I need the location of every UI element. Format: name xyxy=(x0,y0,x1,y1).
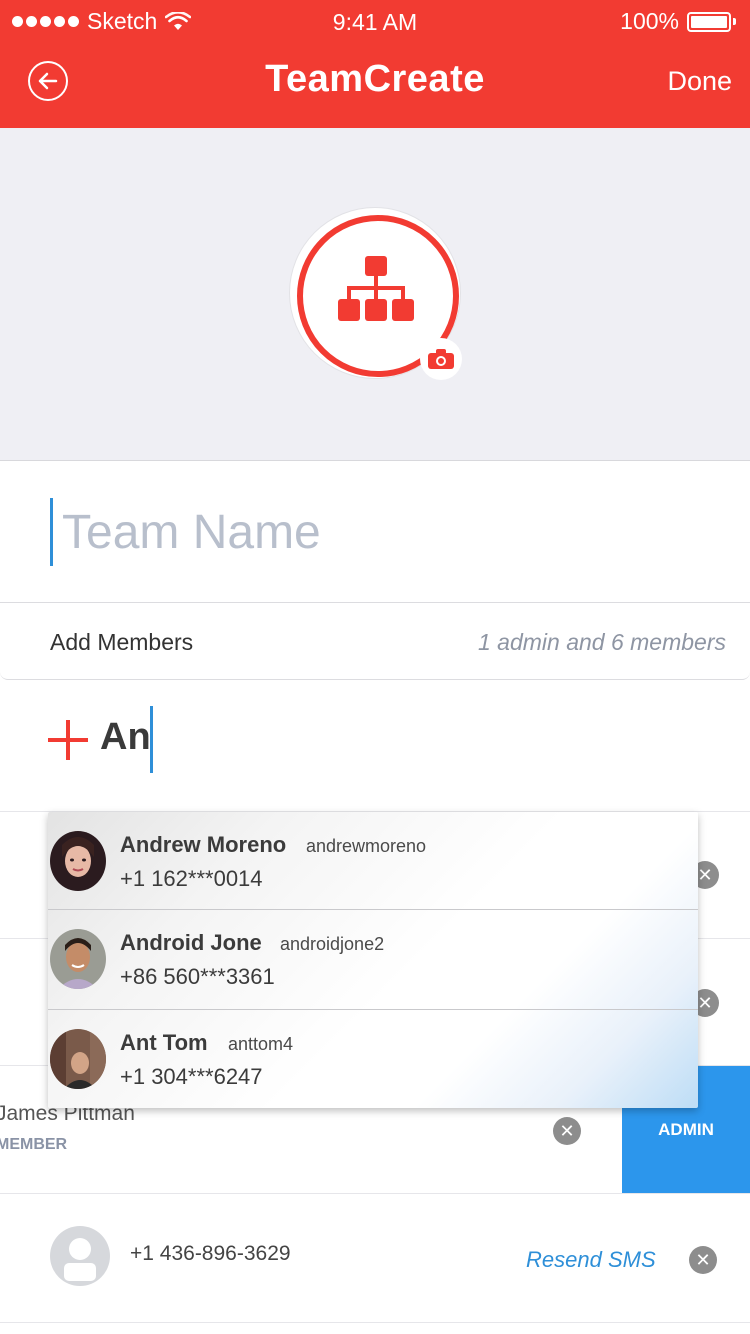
suggestion-name: Ant Tom xyxy=(120,1030,208,1055)
suggestion-phone: +1 162***0014 xyxy=(120,866,263,891)
suggestion-item[interactable]: Andrew Moreno andrewmoreno +1 162***0014 xyxy=(48,812,698,911)
avatar xyxy=(50,831,106,891)
divider xyxy=(0,1193,750,1194)
org-chart-icon xyxy=(338,256,414,321)
done-button[interactable]: Done xyxy=(667,66,732,97)
text-cursor xyxy=(50,498,53,566)
suggestion-dropdown: Andrew Moreno andrewmoreno +1 162***0014… xyxy=(48,812,698,1108)
suggestion-name: Android Jone xyxy=(120,930,262,955)
suggestion-phone: +86 560***3361 xyxy=(120,964,275,989)
battery-icon xyxy=(687,11,731,32)
change-photo-button[interactable] xyxy=(420,338,462,380)
status-battery: 100% xyxy=(620,8,736,35)
member-count: 1 admin and 6 members xyxy=(477,629,726,655)
suggestion-item[interactable]: Android Jone androidjone2 +86 560***3361 xyxy=(48,910,698,1009)
close-icon: ✕ xyxy=(559,1120,575,1141)
text-cursor xyxy=(150,706,153,773)
add-members-label: Add Members xyxy=(50,629,194,655)
suggestion-name: Andrew Moreno xyxy=(120,832,287,857)
suggestion-username: androidjone2 xyxy=(280,934,385,954)
member-role: MEMBER xyxy=(0,1136,68,1153)
avatar xyxy=(50,929,106,989)
suggestion-phone: +1 304***6247 xyxy=(120,1064,263,1089)
avatar xyxy=(50,1226,110,1286)
camera-icon xyxy=(428,349,454,369)
remove-member-button[interactable]: ✕ xyxy=(689,1246,717,1274)
member-phone: +1 436-896-3629 xyxy=(130,1242,291,1265)
page-title: TeamCreate xyxy=(265,58,485,100)
member-search-input[interactable]: An xyxy=(100,716,151,759)
close-icon: ✕ xyxy=(697,864,713,885)
suggestion-item[interactable]: Ant Tom anttom4 +1 304***6247 xyxy=(48,1010,698,1109)
suggestion-username: andrewmoreno xyxy=(306,836,427,856)
suggestion-username: anttom4 xyxy=(228,1034,294,1054)
close-icon: ✕ xyxy=(695,1249,711,1270)
avatar xyxy=(50,1029,106,1089)
close-icon: ✕ xyxy=(697,992,713,1013)
plus-icon[interactable] xyxy=(48,720,88,760)
user-placeholder-icon xyxy=(64,1238,96,1281)
battery-label: 100% xyxy=(620,8,679,34)
divider xyxy=(0,1322,750,1323)
remove-member-button[interactable]: ✕ xyxy=(553,1117,581,1145)
resend-sms-link[interactable]: Resend SMS xyxy=(526,1247,656,1273)
team-name-input[interactable] xyxy=(62,500,702,564)
